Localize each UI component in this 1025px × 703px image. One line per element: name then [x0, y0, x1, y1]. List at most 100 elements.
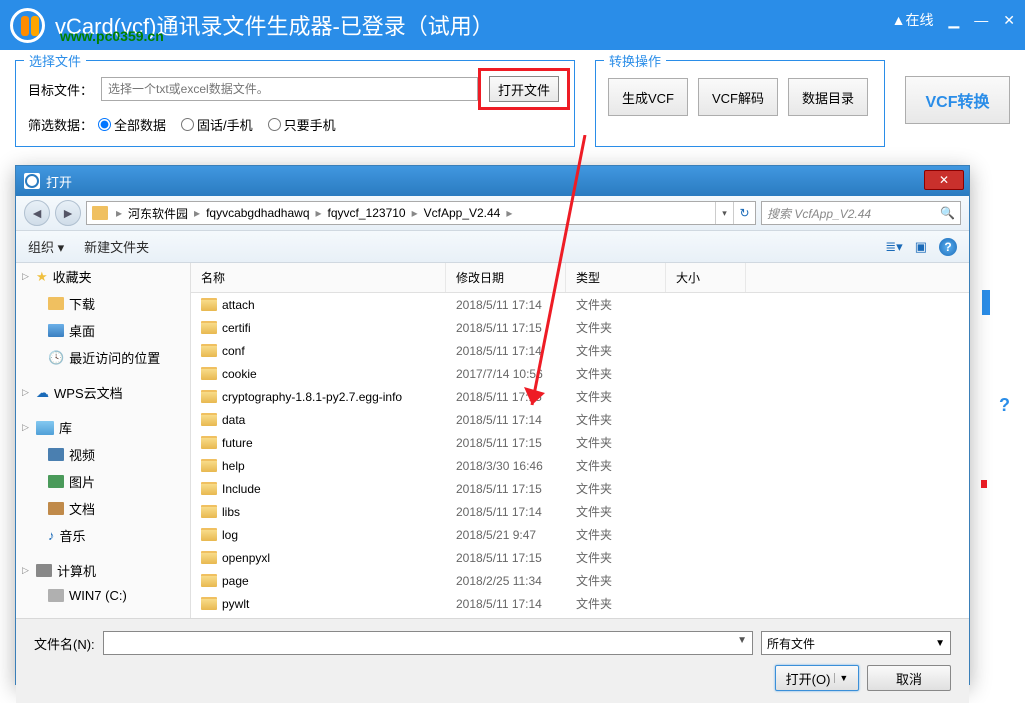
nav-forward-button[interactable]: ► [55, 200, 81, 226]
file-row[interactable]: help2018/3/30 16:46文件夹 [191, 454, 969, 477]
filter-all-radio[interactable]: 全部数据 [98, 115, 166, 134]
col-name[interactable]: 名称 [191, 263, 446, 292]
breadcrumb-item[interactable]: fqyvcf_123710 [325, 206, 409, 220]
open-file-button[interactable]: 打开文件 [489, 76, 559, 102]
filter-label: 筛选数据： [28, 115, 93, 134]
minimize-button[interactable]: — [974, 12, 988, 28]
sidebar-pictures[interactable]: 图片 [16, 468, 190, 495]
dialog-close-button[interactable]: ✕ [924, 170, 964, 190]
sidebar-favorites-header[interactable]: ★收藏夹 [16, 263, 190, 290]
dialog-cancel-button[interactable]: 取消 [867, 665, 951, 691]
vcf-convert-group: VCF转换 [905, 60, 1010, 147]
sidebar-libraries-header[interactable]: 库 [16, 414, 190, 441]
breadcrumb-item[interactable]: fqyvcabgdhadhawq [203, 206, 312, 220]
folder-icon [201, 344, 217, 357]
view-options-icon[interactable]: ≣▾ [885, 239, 902, 255]
sidebar: ★收藏夹 下载 桌面 🕓最近访问的位置 ☁WPS云文档 库 视频 图片 文档 ♪… [16, 263, 191, 618]
close-button[interactable]: ✕ [1003, 12, 1015, 29]
sidebar-downloads[interactable]: 下载 [16, 290, 190, 317]
search-input[interactable]: 搜索 VcfApp_V2.44 🔍 [761, 201, 961, 225]
filename-input[interactable] [103, 631, 753, 655]
settings-icon[interactable]: ▁ [948, 12, 959, 29]
convert-ops-legend: 转换操作 [604, 51, 666, 70]
search-icon: 🔍 [940, 206, 955, 220]
sidebar-recent[interactable]: 🕓最近访问的位置 [16, 344, 190, 371]
select-file-legend: 选择文件 [24, 51, 86, 70]
sidebar-drive-c[interactable]: WIN7 (C:) [16, 584, 190, 607]
breadcrumb[interactable]: ▸ 河东软件园 ▸ fqyvcabgdhadhawq ▸ fqyvcf_1237… [86, 201, 756, 225]
folder-icon [201, 390, 217, 403]
file-row[interactable]: conf2018/5/11 17:14文件夹 [191, 339, 969, 362]
convert-ops-group: 转换操作 生成VCF VCF解码 数据目录 [595, 60, 885, 147]
file-row[interactable]: page2018/2/25 11:34文件夹 [191, 569, 969, 592]
sidebar-videos[interactable]: 视频 [16, 441, 190, 468]
help-icon[interactable]: ? [999, 395, 1010, 416]
folder-icon [201, 413, 217, 426]
folder-icon [201, 436, 217, 449]
organize-menu[interactable]: 组织 ▾ [28, 237, 64, 256]
refresh-button[interactable]: ↻ [733, 202, 755, 224]
folder-icon [201, 321, 217, 334]
file-row[interactable]: pywlt2018/5/11 17:14文件夹 [191, 592, 969, 615]
file-row[interactable]: openpyxl2018/5/11 17:15文件夹 [191, 546, 969, 569]
file-row[interactable]: cookie2017/7/14 10:56文件夹 [191, 362, 969, 385]
folder-icon [201, 528, 217, 541]
partial-element [982, 290, 990, 315]
sidebar-music[interactable]: ♪音乐 [16, 522, 190, 549]
watermark-text: www.pc0359.cn [60, 28, 164, 44]
dialog-nav-bar: ◄ ► ▸ 河东软件园 ▸ fqyvcabgdhadhawq ▸ fqyvcf_… [16, 196, 969, 231]
dialog-footer: 文件名(N): ▼ 所有文件▼ 打开(O)▼ 取消 [16, 618, 969, 703]
breadcrumb-item[interactable]: VcfApp_V2.44 [421, 206, 504, 220]
app-logo-icon [10, 8, 45, 43]
col-type[interactable]: 类型 [566, 263, 666, 292]
folder-icon [201, 482, 217, 495]
data-dir-button[interactable]: 数据目录 [788, 78, 868, 116]
breadcrumb-item[interactable]: 河东软件园 [125, 205, 191, 222]
file-row[interactable]: log2018/5/21 9:47文件夹 [191, 523, 969, 546]
file-row[interactable]: libs2018/5/11 17:14文件夹 [191, 500, 969, 523]
preview-pane-icon[interactable]: ▣ [915, 239, 927, 255]
col-date[interactable]: 修改日期 [446, 263, 566, 292]
nav-back-button[interactable]: ◄ [24, 200, 50, 226]
file-open-dialog: 打开 ✕ ◄ ► ▸ 河东软件园 ▸ fqyvcabgdhadhawq ▸ fq… [15, 165, 970, 685]
sidebar-computer-header[interactable]: 计算机 [16, 557, 190, 584]
filter-landline-radio[interactable]: 固话/手机 [181, 115, 253, 134]
file-row[interactable]: attach2018/5/11 17:14文件夹 [191, 293, 969, 316]
sidebar-documents[interactable]: 文档 [16, 495, 190, 522]
open-file-highlight: 打开文件 [478, 68, 570, 110]
breadcrumb-dropdown-icon[interactable]: ▾ [715, 202, 733, 224]
dialog-icon [24, 173, 40, 189]
file-row[interactable]: certifi2018/5/11 17:15文件夹 [191, 316, 969, 339]
generate-vcf-button[interactable]: 生成VCF [608, 78, 688, 116]
file-row[interactable]: data2018/5/11 17:14文件夹 [191, 408, 969, 431]
folder-icon [201, 298, 217, 311]
new-folder-button[interactable]: 新建文件夹 [84, 237, 149, 256]
online-status[interactable]: ▲在线 [892, 10, 934, 30]
content-area: 选择文件 目标文件： 打开文件 筛选数据： 全部数据 固话/手机 只要手机 [0, 50, 1025, 157]
decode-vcf-button[interactable]: VCF解码 [698, 78, 778, 116]
folder-icon [92, 206, 108, 220]
folder-icon [201, 367, 217, 380]
folder-icon [201, 574, 217, 587]
sidebar-wps-cloud[interactable]: ☁WPS云文档 [16, 379, 190, 406]
vcf-convert-button[interactable]: VCF转换 [905, 76, 1010, 124]
file-row[interactable]: cryptography-1.8.1-py2.7.egg-info2018/5/… [191, 385, 969, 408]
filename-label: 文件名(N): [34, 634, 95, 653]
col-size[interactable]: 大小 [666, 263, 746, 292]
help-button-icon[interactable]: ? [939, 238, 957, 256]
folder-icon [201, 597, 217, 610]
file-list-header: 名称 修改日期 类型 大小 [191, 263, 969, 293]
file-row[interactable]: future2018/5/11 17:15文件夹 [191, 431, 969, 454]
filetype-select[interactable]: 所有文件▼ [761, 631, 951, 655]
dialog-open-button[interactable]: 打开(O)▼ [775, 665, 859, 691]
partial-red-element [981, 480, 987, 488]
filename-dropdown-icon[interactable]: ▼ [737, 635, 747, 646]
sidebar-desktop[interactable]: 桌面 [16, 317, 190, 344]
file-row[interactable]: selenium2018/5/11 17:15文件夹 [191, 615, 969, 618]
file-row[interactable]: Include2018/5/11 17:15文件夹 [191, 477, 969, 500]
folder-icon [201, 551, 217, 564]
target-file-input[interactable] [101, 77, 478, 101]
title-bar: vCard(vcf)通讯录文件生成器-已登录（试用） www.pc0359.cn… [0, 0, 1025, 50]
dialog-title-bar: 打开 ✕ [16, 166, 969, 196]
filter-mobile-radio[interactable]: 只要手机 [268, 115, 336, 134]
